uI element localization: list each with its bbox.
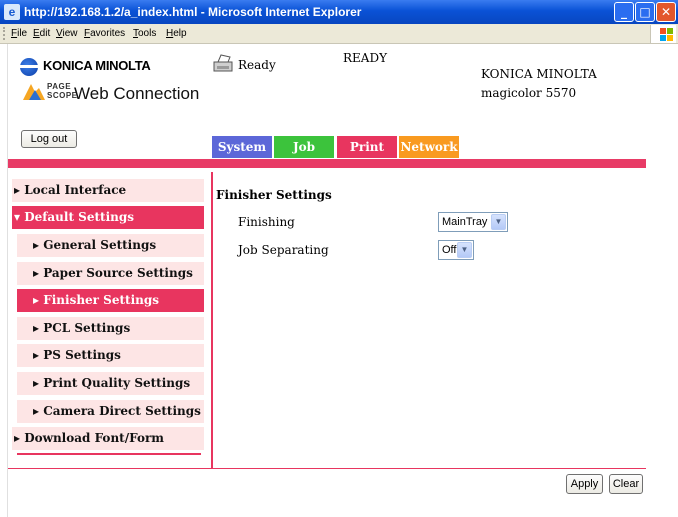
konica-minolta-logo-icon [20, 58, 38, 76]
menu-favorites[interactable]: Favorites [84, 28, 125, 39]
tab-system[interactable]: System [212, 136, 272, 158]
ie-page-icon: e [4, 4, 20, 20]
content-bottom-divider [8, 468, 646, 469]
tab-network[interactable]: Network [399, 136, 459, 158]
sidebar-item-ps-settings[interactable]: ▸ PS Settings [17, 344, 204, 367]
sidebar-item-finisher-settings[interactable]: ▸ Finisher Settings [17, 289, 204, 312]
sidebar-item-camera-direct-settings[interactable]: ▸ Camera Direct Settings [17, 400, 204, 423]
finishing-select[interactable]: MainTray ▼ [438, 212, 508, 232]
sidebar-item-print-quality-settings[interactable]: ▸ Print Quality Settings [17, 372, 204, 395]
sidebar-item-paper-source-settings[interactable]: ▸ Paper Source Settings [17, 262, 204, 285]
window-left-frame [0, 44, 8, 517]
printer-status-message: READY [343, 51, 388, 65]
section-title: Finisher Settings [216, 188, 332, 202]
close-button[interactable]: ✕ [656, 2, 676, 22]
job-separating-select[interactable]: Off ▼ [438, 240, 474, 260]
job-separating-label: Job Separating [238, 243, 329, 257]
product-name: Web Connection [74, 84, 200, 103]
sidebar-item-pcl-settings[interactable]: ▸ PCL Settings [17, 317, 204, 340]
maximize-button[interactable]: □ [635, 2, 655, 22]
content-vertical-divider [211, 172, 213, 468]
sidebar-item-general-settings[interactable]: ▸ General Settings [17, 234, 204, 257]
chevron-down-icon[interactable]: ▼ [457, 242, 472, 258]
header-divider-bar [8, 159, 646, 168]
menu-view[interactable]: View [56, 28, 78, 39]
job-separating-select-value: Off [442, 244, 457, 256]
menu-help[interactable]: Help [166, 28, 187, 39]
sidebar-bottom-line [17, 453, 201, 455]
pagescope-logo-icon [23, 84, 45, 100]
finishing-label: Finishing [238, 215, 295, 229]
window-title-bar[interactable]: e http://192.168.1.2/a_index.html - Micr… [0, 0, 678, 24]
printer-icon [213, 54, 233, 72]
menu-tools[interactable]: Tools [133, 28, 156, 39]
menu-bar: File Edit View Favorites Tools Help [0, 24, 678, 44]
finishing-select-value: MainTray [442, 216, 488, 228]
windows-logo-icon [650, 25, 676, 43]
sidebar-item-download-font-form[interactable]: ▸ Download Font/Form [12, 427, 204, 450]
window-title: http://192.168.1.2/a_index.html - Micros… [24, 5, 362, 19]
right-scroll-area [657, 44, 678, 517]
tab-print[interactable]: Print [337, 136, 397, 158]
chevron-down-icon[interactable]: ▼ [491, 214, 506, 230]
printer-status-label: Ready [238, 58, 276, 72]
pagescope-wordmark: PAGE SCOPE [47, 82, 78, 100]
brand-name: KONICA MINOLTA [43, 58, 151, 73]
apply-button[interactable]: Apply [566, 474, 603, 494]
device-manufacturer: KONICA MINOLTA [481, 67, 597, 81]
menu-file[interactable]: File [11, 28, 27, 39]
sidebar-item-default-settings[interactable]: ▾ Default Settings [12, 206, 204, 229]
menu-edit[interactable]: Edit [33, 28, 50, 39]
sidebar-item-local-interface[interactable]: ▸ Local Interface [12, 179, 204, 202]
toolbar-grip [3, 27, 5, 40]
device-model: magicolor 5570 [481, 86, 577, 100]
minimize-button[interactable]: _ [614, 2, 634, 22]
logout-button[interactable]: Log out [21, 130, 77, 148]
clear-button[interactable]: Clear [609, 474, 643, 494]
tab-job[interactable]: Job [274, 136, 334, 158]
